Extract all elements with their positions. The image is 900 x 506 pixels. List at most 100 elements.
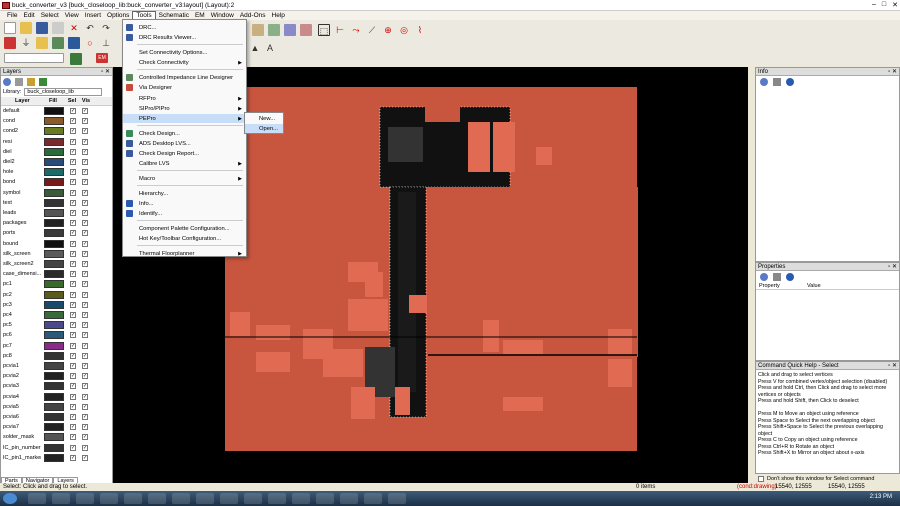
layer-visible-checkbox[interactable]: ✓ <box>82 189 88 196</box>
layer-visible-checkbox[interactable]: ✓ <box>82 342 88 349</box>
wire-icon[interactable]: ⊥ <box>100 37 112 49</box>
layer-fill-swatch[interactable] <box>44 188 64 197</box>
layer-fill-swatch[interactable] <box>44 198 64 207</box>
layer-select-checkbox[interactable]: ✓ <box>70 108 76 115</box>
layer-visible-checkbox[interactable]: ✓ <box>82 393 88 400</box>
port-icon[interactable]: ○ <box>84 37 96 49</box>
layer-row[interactable]: ports ✓ ✓ <box>1 228 112 238</box>
layer-fill-swatch[interactable] <box>44 239 64 248</box>
menu-add-ons[interactable]: Add-Ons <box>237 12 269 19</box>
layer-visible-checkbox[interactable]: ✓ <box>82 261 88 268</box>
taskbar-app-icon[interactable] <box>52 493 70 504</box>
layer-fill-swatch[interactable] <box>44 443 64 452</box>
layer-visible-checkbox[interactable]: ✓ <box>82 444 88 451</box>
taskbar-app-icon[interactable] <box>340 493 358 504</box>
layer-visible-checkbox[interactable]: ✓ <box>82 250 88 257</box>
layer-icon[interactable] <box>70 53 82 65</box>
layer-fill-swatch[interactable] <box>44 107 64 116</box>
taskbar-app-icon[interactable] <box>100 493 118 504</box>
panel-controls-icon[interactable]: ▫ ✕ <box>888 263 899 270</box>
layer-row[interactable]: pcvia4 ✓ ✓ <box>1 392 112 402</box>
col-fill[interactable]: Fill <box>41 98 65 104</box>
tools-menu-item[interactable]: Set Connectivity Options... <box>123 48 246 57</box>
menu-em[interactable]: EM <box>192 12 208 19</box>
layer-fill-swatch[interactable] <box>44 321 64 330</box>
tools-menu-item[interactable]: Component Palette Configuration... <box>123 224 246 233</box>
layer-fill-swatch[interactable] <box>44 453 64 462</box>
measure-icon[interactable]: ⊢ <box>334 24 346 36</box>
layer-select-checkbox[interactable]: ✓ <box>70 393 76 400</box>
ruler-icon[interactable]: ⟋ <box>366 24 378 36</box>
layer-select-checkbox[interactable]: ✓ <box>70 128 76 135</box>
layer-fill-swatch[interactable] <box>44 402 64 411</box>
tools-menu-item[interactable]: Hot Key/Toolbar Configuration... <box>123 234 246 243</box>
layer-fill-swatch[interactable] <box>44 147 64 156</box>
layer-visible-checkbox[interactable]: ✓ <box>82 169 88 176</box>
layer-fill-swatch[interactable] <box>44 413 64 422</box>
library-select[interactable]: buck_closeloop_lib <box>24 88 103 96</box>
taskbar-app-icon[interactable] <box>220 493 238 504</box>
tools-menu-item[interactable]: Check Design Report... <box>123 149 246 158</box>
folder-icon[interactable] <box>27 77 35 86</box>
layer-row[interactable]: IC_pin_number ✓ ✓ <box>1 443 112 453</box>
zoom-icon[interactable]: ⊕ <box>382 24 394 36</box>
layer-select-checkbox[interactable]: ✓ <box>70 424 76 431</box>
layer-visible-checkbox[interactable]: ✓ <box>82 322 88 329</box>
layer-visible-checkbox[interactable]: ✓ <box>82 138 88 145</box>
layer-fill-swatch[interactable] <box>44 423 64 432</box>
layer-visible-checkbox[interactable]: ✓ <box>82 210 88 217</box>
layer-select-checkbox[interactable]: ✓ <box>70 434 76 441</box>
layer-row[interactable]: pc8 ✓ ✓ <box>1 351 112 361</box>
layer-fill-swatch[interactable] <box>44 209 64 218</box>
rotate-icon[interactable] <box>300 24 312 36</box>
layer-add-icon[interactable] <box>39 77 47 86</box>
layer-visible-checkbox[interactable]: ✓ <box>82 454 88 461</box>
layer-row[interactable]: pc4 ✓ ✓ <box>1 310 112 320</box>
layer-select-checkbox[interactable]: ✓ <box>70 148 76 155</box>
menu-edit[interactable]: Edit <box>20 12 37 19</box>
tools-menu-item[interactable]: Identify... <box>123 209 246 218</box>
layer-visible-checkbox[interactable]: ✓ <box>82 199 88 206</box>
tools-menu-item[interactable]: Hierarchy... <box>123 189 246 198</box>
taskbar-app-icon[interactable] <box>388 493 406 504</box>
menu-window[interactable]: Window <box>208 12 237 19</box>
layer-visible-checkbox[interactable]: ✓ <box>82 373 88 380</box>
layer-fill-swatch[interactable] <box>44 229 64 238</box>
via-icon[interactable]: ◎ <box>398 24 410 36</box>
layer-row[interactable]: cond2 ✓ ✓ <box>1 126 112 136</box>
layer-row[interactable]: pc6 ✓ ✓ <box>1 330 112 340</box>
layer-row[interactable]: pcvia7 ✓ ✓ <box>1 422 112 432</box>
layer-select-checkbox[interactable]: ✓ <box>70 138 76 145</box>
layer-select-checkbox[interactable]: ✓ <box>70 240 76 247</box>
layer-select-checkbox[interactable]: ✓ <box>70 271 76 278</box>
layer-row[interactable]: diel ✓ ✓ <box>1 147 112 157</box>
layer-visible-checkbox[interactable]: ✓ <box>82 281 88 288</box>
layer-select-checkbox[interactable]: ✓ <box>70 312 76 319</box>
menu-help[interactable]: Help <box>269 12 288 19</box>
layer-visible-checkbox[interactable]: ✓ <box>82 220 88 227</box>
layer-select-checkbox[interactable]: ✓ <box>70 454 76 461</box>
layer-row[interactable]: diel2 ✓ ✓ <box>1 157 112 167</box>
layer-row[interactable]: leads ✓ ✓ <box>1 208 112 218</box>
tools-menu-item[interactable]: Via Designer <box>123 83 246 92</box>
layer-select[interactable] <box>4 53 64 63</box>
layer-select-checkbox[interactable]: ✓ <box>70 179 76 186</box>
layer-row[interactable]: resi ✓ ✓ <box>1 137 112 147</box>
layer-select-checkbox[interactable]: ✓ <box>70 169 76 176</box>
layer-select-checkbox[interactable]: ✓ <box>70 210 76 217</box>
layer-row[interactable]: symbol ✓ ✓ <box>1 188 112 198</box>
layer-row[interactable]: default ✓ ✓ <box>1 106 112 116</box>
layer-fill-swatch[interactable] <box>44 341 64 350</box>
layer-visible-checkbox[interactable]: ✓ <box>82 179 88 186</box>
layer-fill-swatch[interactable] <box>44 300 64 309</box>
layer-fill-swatch[interactable] <box>44 433 64 442</box>
save-icon[interactable] <box>36 22 48 34</box>
layer-select-checkbox[interactable]: ✓ <box>70 403 76 410</box>
layer-visible-checkbox[interactable]: ✓ <box>82 291 88 298</box>
layer-select-checkbox[interactable]: ✓ <box>70 444 76 451</box>
taskbar-app-icon[interactable] <box>172 493 190 504</box>
panel-controls-icon[interactable]: ▫ ✕ <box>888 68 899 75</box>
taskbar-app-icon[interactable] <box>244 493 262 504</box>
layer-fill-swatch[interactable] <box>44 290 64 299</box>
layer-select-checkbox[interactable]: ✓ <box>70 373 76 380</box>
